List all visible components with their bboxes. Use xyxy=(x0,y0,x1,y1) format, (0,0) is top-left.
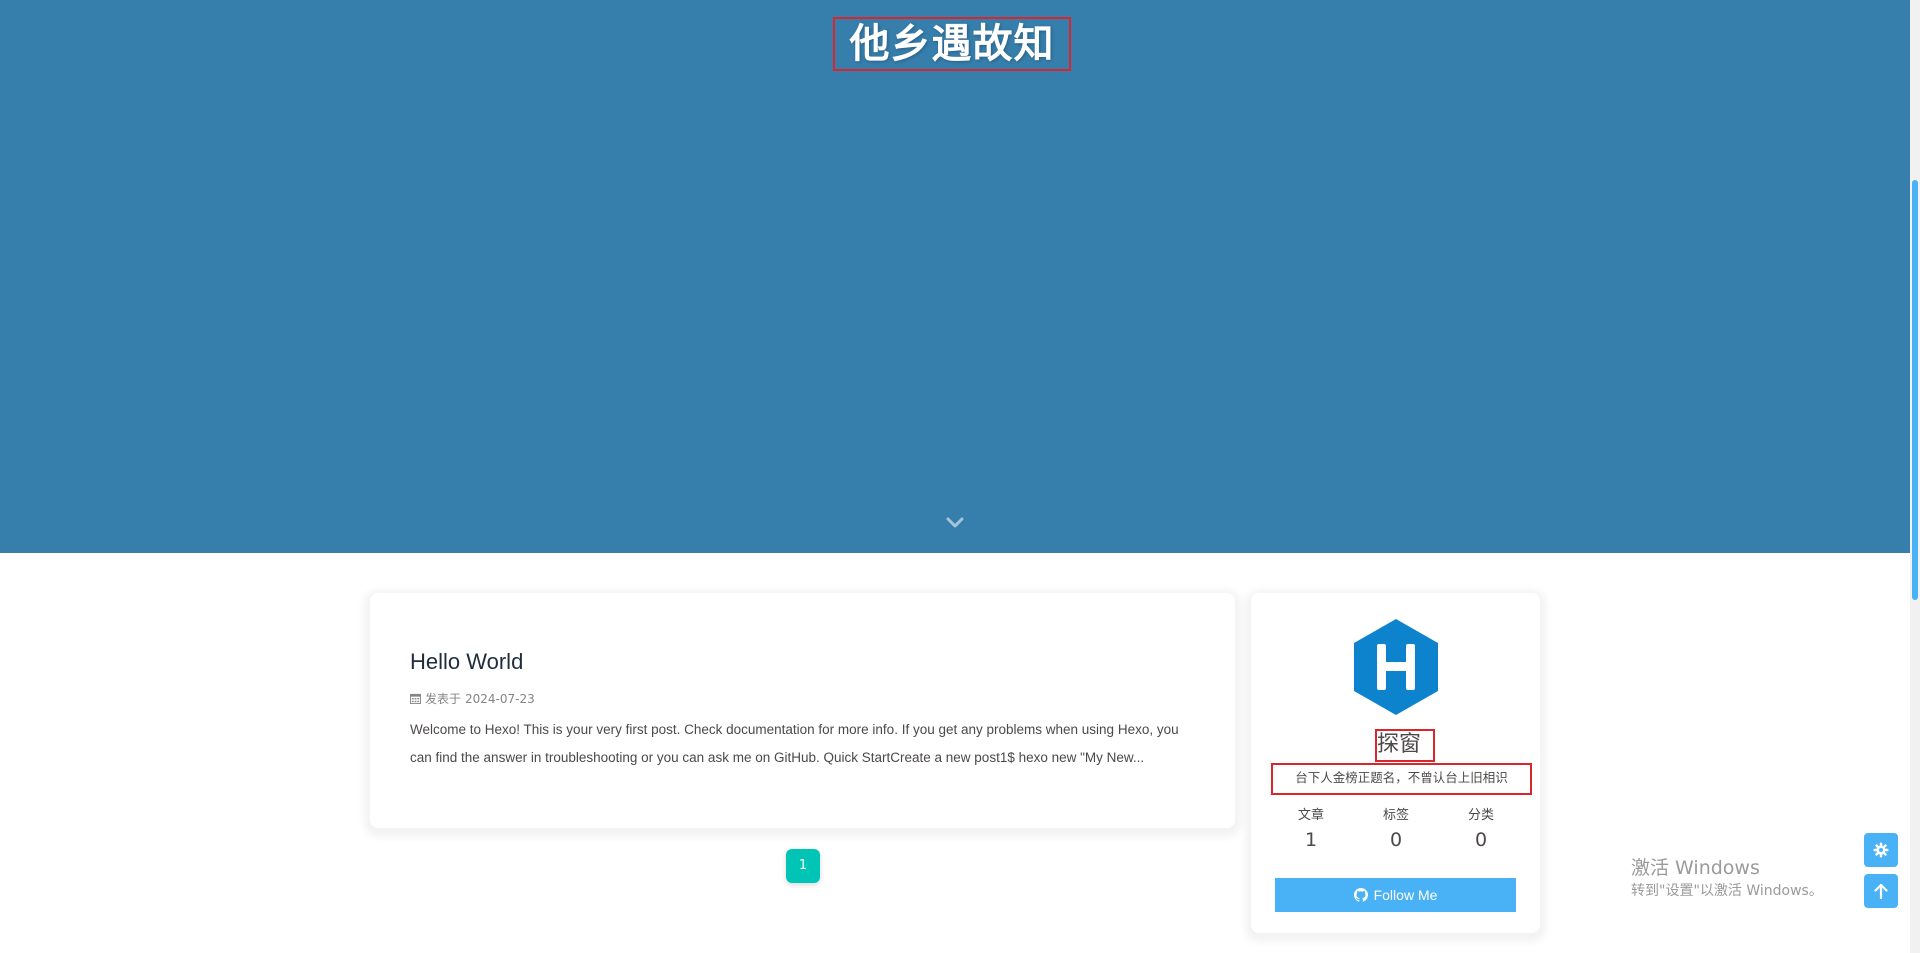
watermark-title: 激活 Windows xyxy=(1631,857,1760,879)
stat-value: 0 xyxy=(1474,829,1488,851)
follow-me-label: Follow Me xyxy=(1373,887,1438,903)
scroll-down-button[interactable] xyxy=(945,515,965,531)
chevron-down-icon xyxy=(946,517,964,528)
stat-value: 0 xyxy=(1389,829,1403,851)
stat-label: 分类 xyxy=(1467,808,1494,823)
scrollbar-thumb[interactable] xyxy=(1912,180,1918,600)
stat-label: 文章 xyxy=(1297,808,1324,823)
github-icon xyxy=(1353,888,1368,902)
stat-value: 1 xyxy=(1304,829,1318,851)
watermark-subtitle: 转到"设置"以激活 Windows。 xyxy=(1631,883,1823,899)
author-stats: 文章 1 标签 0 分类 0 xyxy=(1271,807,1521,855)
post-title-link[interactable]: Hello World xyxy=(410,649,523,675)
stat-label: 标签 xyxy=(1382,808,1409,823)
hexo-logo-icon xyxy=(1351,617,1441,717)
site-title[interactable]: 他乡遇故知 xyxy=(833,17,1071,71)
settings-button[interactable] xyxy=(1864,833,1898,867)
author-name: 探窗 xyxy=(1375,729,1435,762)
stat-articles[interactable]: 文章 1 xyxy=(1271,807,1351,855)
gear-icon xyxy=(1873,842,1889,858)
post-date: 2024-07-23 xyxy=(465,691,535,706)
follow-me-button[interactable]: Follow Me xyxy=(1275,878,1516,912)
post-excerpt: Welcome to Hexo! This is your very first… xyxy=(410,722,1179,765)
author-card: 探窗 台下人金榜正题名，不曾认台上旧相识 文章 1 标签 0 分类 0 Foll… xyxy=(1251,593,1540,933)
back-to-top-button[interactable] xyxy=(1864,874,1898,908)
pagination-current-page[interactable]: 1 xyxy=(786,849,820,883)
stat-tags[interactable]: 标签 0 xyxy=(1356,807,1436,855)
arrow-up-icon xyxy=(1874,883,1888,899)
post-card: Hello World 发表于 2024-07-23 Welcome to He… xyxy=(370,593,1235,828)
windows-activation-watermark: 激活 Windows 转到"设置"以激活 Windows。 xyxy=(1631,855,1823,901)
stat-categories[interactable]: 分类 0 xyxy=(1441,807,1521,855)
post-meta: 发表于 2024-07-23 xyxy=(410,690,535,707)
calendar-icon xyxy=(410,693,421,704)
hero-banner: 他乡遇故知 xyxy=(0,0,1910,553)
author-description: 台下人金榜正题名，不曾认台上旧相识 xyxy=(1271,763,1532,795)
page-scrollbar[interactable] xyxy=(1910,0,1920,953)
post-meta-prefix: 发表于 xyxy=(425,692,462,706)
